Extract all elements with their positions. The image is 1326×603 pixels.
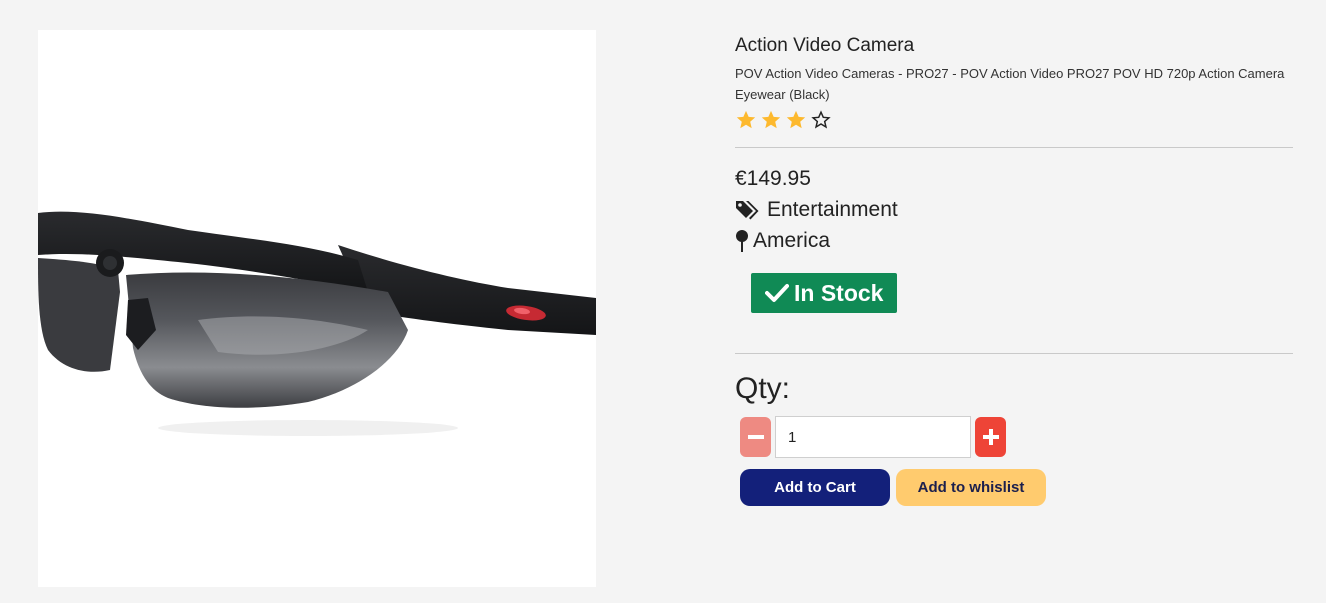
product-details: Action Video Camera POV Action Video Cam… [735,32,1293,506]
product-image-panel [38,30,596,587]
location-label: America [753,229,831,252]
plus-icon [982,429,999,445]
tags-icon [736,201,759,220]
star-icon [786,110,806,129]
divider [735,353,1293,354]
map-pin-icon [736,230,748,252]
product-title: Action Video Camera [735,35,915,56]
qty-decrease-button[interactable] [740,417,771,457]
category-row: Entertainment [735,198,1293,222]
product-actions: Add to Cart Add to whislist [740,469,1293,506]
category-label: Entertainment [767,198,898,221]
stock-badge: In Stock [751,273,898,313]
add-to-cart-button[interactable]: Add to Cart [740,469,890,506]
product-subtitle: POV Action Video Cameras - PRO27 - POV A… [735,66,1285,102]
quantity-stepper [740,416,1293,458]
minus-icon [747,435,764,439]
location-row: America [735,229,1293,253]
product-image [38,211,596,436]
product-price: €149.95 [735,167,811,190]
qty-input[interactable] [775,416,971,458]
rating-stars [735,109,1293,131]
stock-label: In Stock [794,279,884,306]
qty-label: Qty: [735,372,791,405]
qty-increase-button[interactable] [975,417,1006,457]
check-icon [765,284,789,302]
star-icon [761,110,781,129]
star-icon [736,110,756,129]
divider [735,147,1293,148]
add-to-wishlist-button[interactable]: Add to whislist [896,469,1046,506]
star-outline-icon [811,110,831,129]
